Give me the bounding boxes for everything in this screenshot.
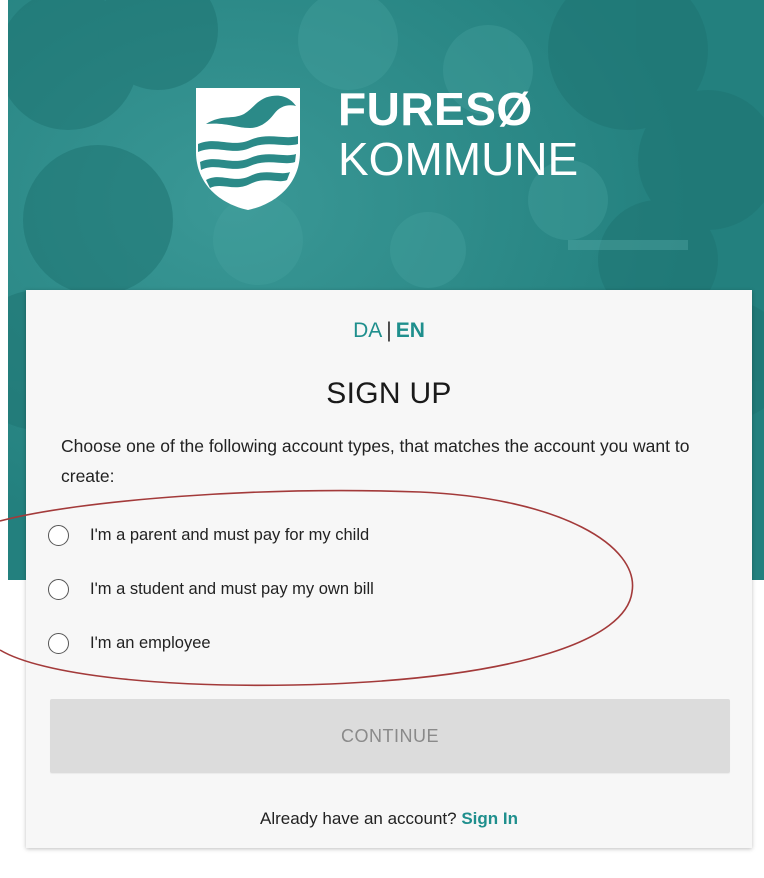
language-da-link[interactable]: DA — [353, 319, 382, 342]
signin-link[interactable]: Sign In — [461, 809, 518, 828]
option-student[interactable]: I'm a student and must pay my own bill — [48, 576, 608, 602]
brand-line2: KOMMUNE — [338, 133, 579, 185]
language-switcher: DA | EN — [26, 319, 752, 343]
signup-card: DA | EN SIGN UP Choose one of the followin… — [26, 290, 752, 848]
radio-parent[interactable] — [48, 524, 69, 546]
signin-prompt: Already have an account? — [260, 809, 457, 828]
brand-line1: FURESØ — [338, 83, 533, 135]
account-type-options: I'm a parent and must pay for my child I… — [48, 522, 608, 684]
account-type-description: Choose one of the following account type… — [61, 436, 690, 486]
language-en-link[interactable]: EN — [396, 319, 425, 342]
option-student-label[interactable]: I'm a student and must pay my own bill — [90, 580, 374, 599]
option-employee[interactable]: I'm an employee — [48, 630, 608, 656]
signin-prompt-row: Already have an account? Sign In — [26, 809, 752, 829]
radio-employee[interactable] — [48, 632, 69, 654]
brand-wordmark: FURESØ KOMMUNE — [338, 84, 578, 182]
furesoe-crest-icon — [196, 88, 300, 210]
continue-button[interactable]: CONTINUE — [50, 699, 730, 773]
radio-student[interactable] — [48, 578, 69, 600]
brand-logo: FURESØ KOMMUNE — [192, 84, 612, 224]
page-title: SIGN UP — [326, 377, 452, 410]
signup-page: FURESØ KOMMUNE DA | EN SIGN UP Choose one … — [0, 0, 764, 878]
option-parent-label[interactable]: I'm a parent and must pay for my child — [90, 526, 369, 545]
option-parent[interactable]: I'm a parent and must pay for my child — [48, 522, 608, 548]
language-separator: | — [386, 319, 392, 342]
option-employee-label[interactable]: I'm an employee — [90, 634, 211, 653]
